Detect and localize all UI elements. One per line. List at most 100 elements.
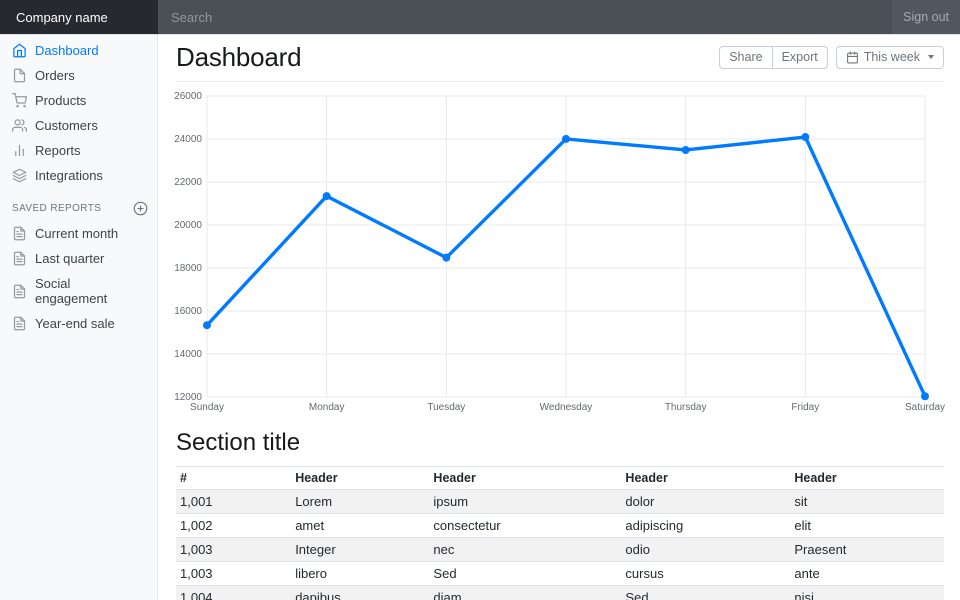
sidebar-item-label: Integrations xyxy=(35,168,103,183)
sidebar-item-products[interactable]: Products xyxy=(0,88,157,113)
data-point xyxy=(562,135,570,143)
users-icon xyxy=(12,118,27,133)
y-axis-tick-label: 18000 xyxy=(174,263,202,274)
sidebar-item-label: Current month xyxy=(35,226,118,241)
column-header: Header xyxy=(429,467,621,490)
file-text-icon xyxy=(12,284,27,299)
table-row: 1,004dapibusdiamSednisi xyxy=(176,586,944,600)
sidebar-item-dashboard[interactable]: Dashboard xyxy=(0,38,157,63)
week-dropdown-label: This week xyxy=(864,51,920,64)
table-cell: ipsum xyxy=(429,490,621,514)
y-axis-tick-label: 24000 xyxy=(174,134,202,145)
x-axis-tick-label: Monday xyxy=(309,402,345,413)
x-axis-tick-label: Wednesday xyxy=(540,402,593,413)
table-row: 1,003liberoSedcursusante xyxy=(176,562,944,586)
table-cell: 1,003 xyxy=(176,538,291,562)
sales-line-chart: 2600024000220002000018000160001400012000… xyxy=(176,88,944,418)
data-table: #HeaderHeaderHeaderHeader 1,001Loremipsu… xyxy=(176,466,944,600)
table-cell: Integer xyxy=(291,538,429,562)
sidebar-item-orders[interactable]: Orders xyxy=(0,63,157,88)
toolbar: Share Export This week xyxy=(719,46,944,69)
home-icon xyxy=(12,43,27,58)
file-text-icon xyxy=(12,251,27,266)
table-cell: adipiscing xyxy=(621,514,790,538)
data-point xyxy=(203,321,211,329)
table-cell: Praesent xyxy=(790,538,944,562)
share-export-group: Share Export xyxy=(719,46,828,69)
x-axis-tick-label: Friday xyxy=(791,402,819,413)
table-cell: diam xyxy=(429,586,621,600)
sidebar-item-label: Reports xyxy=(35,143,81,158)
table-cell: consectetur xyxy=(429,514,621,538)
table-cell: elit xyxy=(790,514,944,538)
search-input[interactable] xyxy=(158,0,892,34)
export-button[interactable]: Export xyxy=(772,46,828,69)
data-point xyxy=(442,254,450,262)
data-point xyxy=(801,133,809,141)
table-head: #HeaderHeaderHeaderHeader xyxy=(176,467,944,490)
data-point xyxy=(921,392,929,400)
sidebar: Dashboard Orders Products Customers Reports I… xyxy=(0,34,158,600)
sidebar-item-reports[interactable]: Reports xyxy=(0,138,157,163)
y-axis-tick-label: 14000 xyxy=(174,349,202,360)
table-cell: ante xyxy=(790,562,944,586)
sidebar-item-integrations[interactable]: Integrations xyxy=(0,163,157,188)
layers-icon xyxy=(12,168,27,183)
table-cell: amet xyxy=(291,514,429,538)
sidebar-item-label: Social engagement xyxy=(35,276,145,306)
column-header: Header xyxy=(621,467,790,490)
top-navbar: Company name Sign out xyxy=(0,0,960,34)
brand[interactable]: Company name xyxy=(0,0,158,34)
saved-reports-nav: Current month Last quarter Social engageme… xyxy=(0,221,157,336)
table-cell: dapibus xyxy=(291,586,429,600)
saved-report-last-quarter[interactable]: Last quarter xyxy=(0,246,157,271)
saved-report-social-engagement[interactable]: Social engagement xyxy=(0,271,157,311)
table-row: 1,002ametconsecteturadipiscingelit xyxy=(176,514,944,538)
sidebar-item-label: Year-end sale xyxy=(35,316,115,331)
table-cell: cursus xyxy=(621,562,790,586)
sidebar-item-label: Orders xyxy=(35,68,75,83)
y-axis-tick-label: 20000 xyxy=(174,220,202,231)
share-button[interactable]: Share xyxy=(719,46,772,69)
sidebar-item-label: Last quarter xyxy=(35,251,104,266)
table-row: 1,001Loremipsumdolorsit xyxy=(176,490,944,514)
sidebar-item-label: Products xyxy=(35,93,86,108)
page-header: Dashboard Share Export This week xyxy=(176,42,944,82)
plus-circle-icon[interactable] xyxy=(133,201,148,216)
column-header: Header xyxy=(291,467,429,490)
sidebar-item-label: Customers xyxy=(35,118,98,133)
column-header: # xyxy=(176,467,291,490)
table-cell: Sed xyxy=(621,586,790,600)
week-dropdown-button[interactable]: This week xyxy=(836,46,944,69)
x-axis-tick-label: Saturday xyxy=(905,402,945,413)
data-point xyxy=(682,146,690,154)
file-icon xyxy=(12,68,27,83)
shopping-cart-icon xyxy=(12,93,27,108)
y-axis-tick-label: 16000 xyxy=(174,306,202,317)
saved-report-current-month[interactable]: Current month xyxy=(0,221,157,246)
table-body: 1,001Loremipsumdolorsit1,002ametconsecte… xyxy=(176,490,944,600)
table-cell: nisi xyxy=(790,586,944,600)
sidebar-item-customers[interactable]: Customers xyxy=(0,113,157,138)
sign-out-link[interactable]: Sign out xyxy=(892,0,960,34)
bar-chart-icon xyxy=(12,143,27,158)
sidebar-item-label: Dashboard xyxy=(35,43,99,58)
calendar-icon xyxy=(846,51,859,64)
table-cell: odio xyxy=(621,538,790,562)
saved-reports-heading: Saved reports xyxy=(12,203,101,214)
section-title: Section title xyxy=(176,428,944,457)
table-cell: Sed xyxy=(429,562,621,586)
sidebar-nav: Dashboard Orders Products Customers Reports I… xyxy=(0,38,157,188)
main-content: Dashboard Share Export This week 2600024… xyxy=(158,34,960,600)
table-cell: 1,004 xyxy=(176,586,291,600)
table-cell: sit xyxy=(790,490,944,514)
chart-container: 2600024000220002000018000160001400012000… xyxy=(176,88,944,418)
caret-down-icon xyxy=(928,55,934,59)
table-row: 1,003IntegernecodioPraesent xyxy=(176,538,944,562)
table-cell: dolor xyxy=(621,490,790,514)
saved-report-year-end-sale[interactable]: Year-end sale xyxy=(0,311,157,336)
file-text-icon xyxy=(12,316,27,331)
y-axis-tick-label: 22000 xyxy=(174,177,202,188)
table-cell: 1,003 xyxy=(176,562,291,586)
page-title: Dashboard xyxy=(176,42,301,72)
